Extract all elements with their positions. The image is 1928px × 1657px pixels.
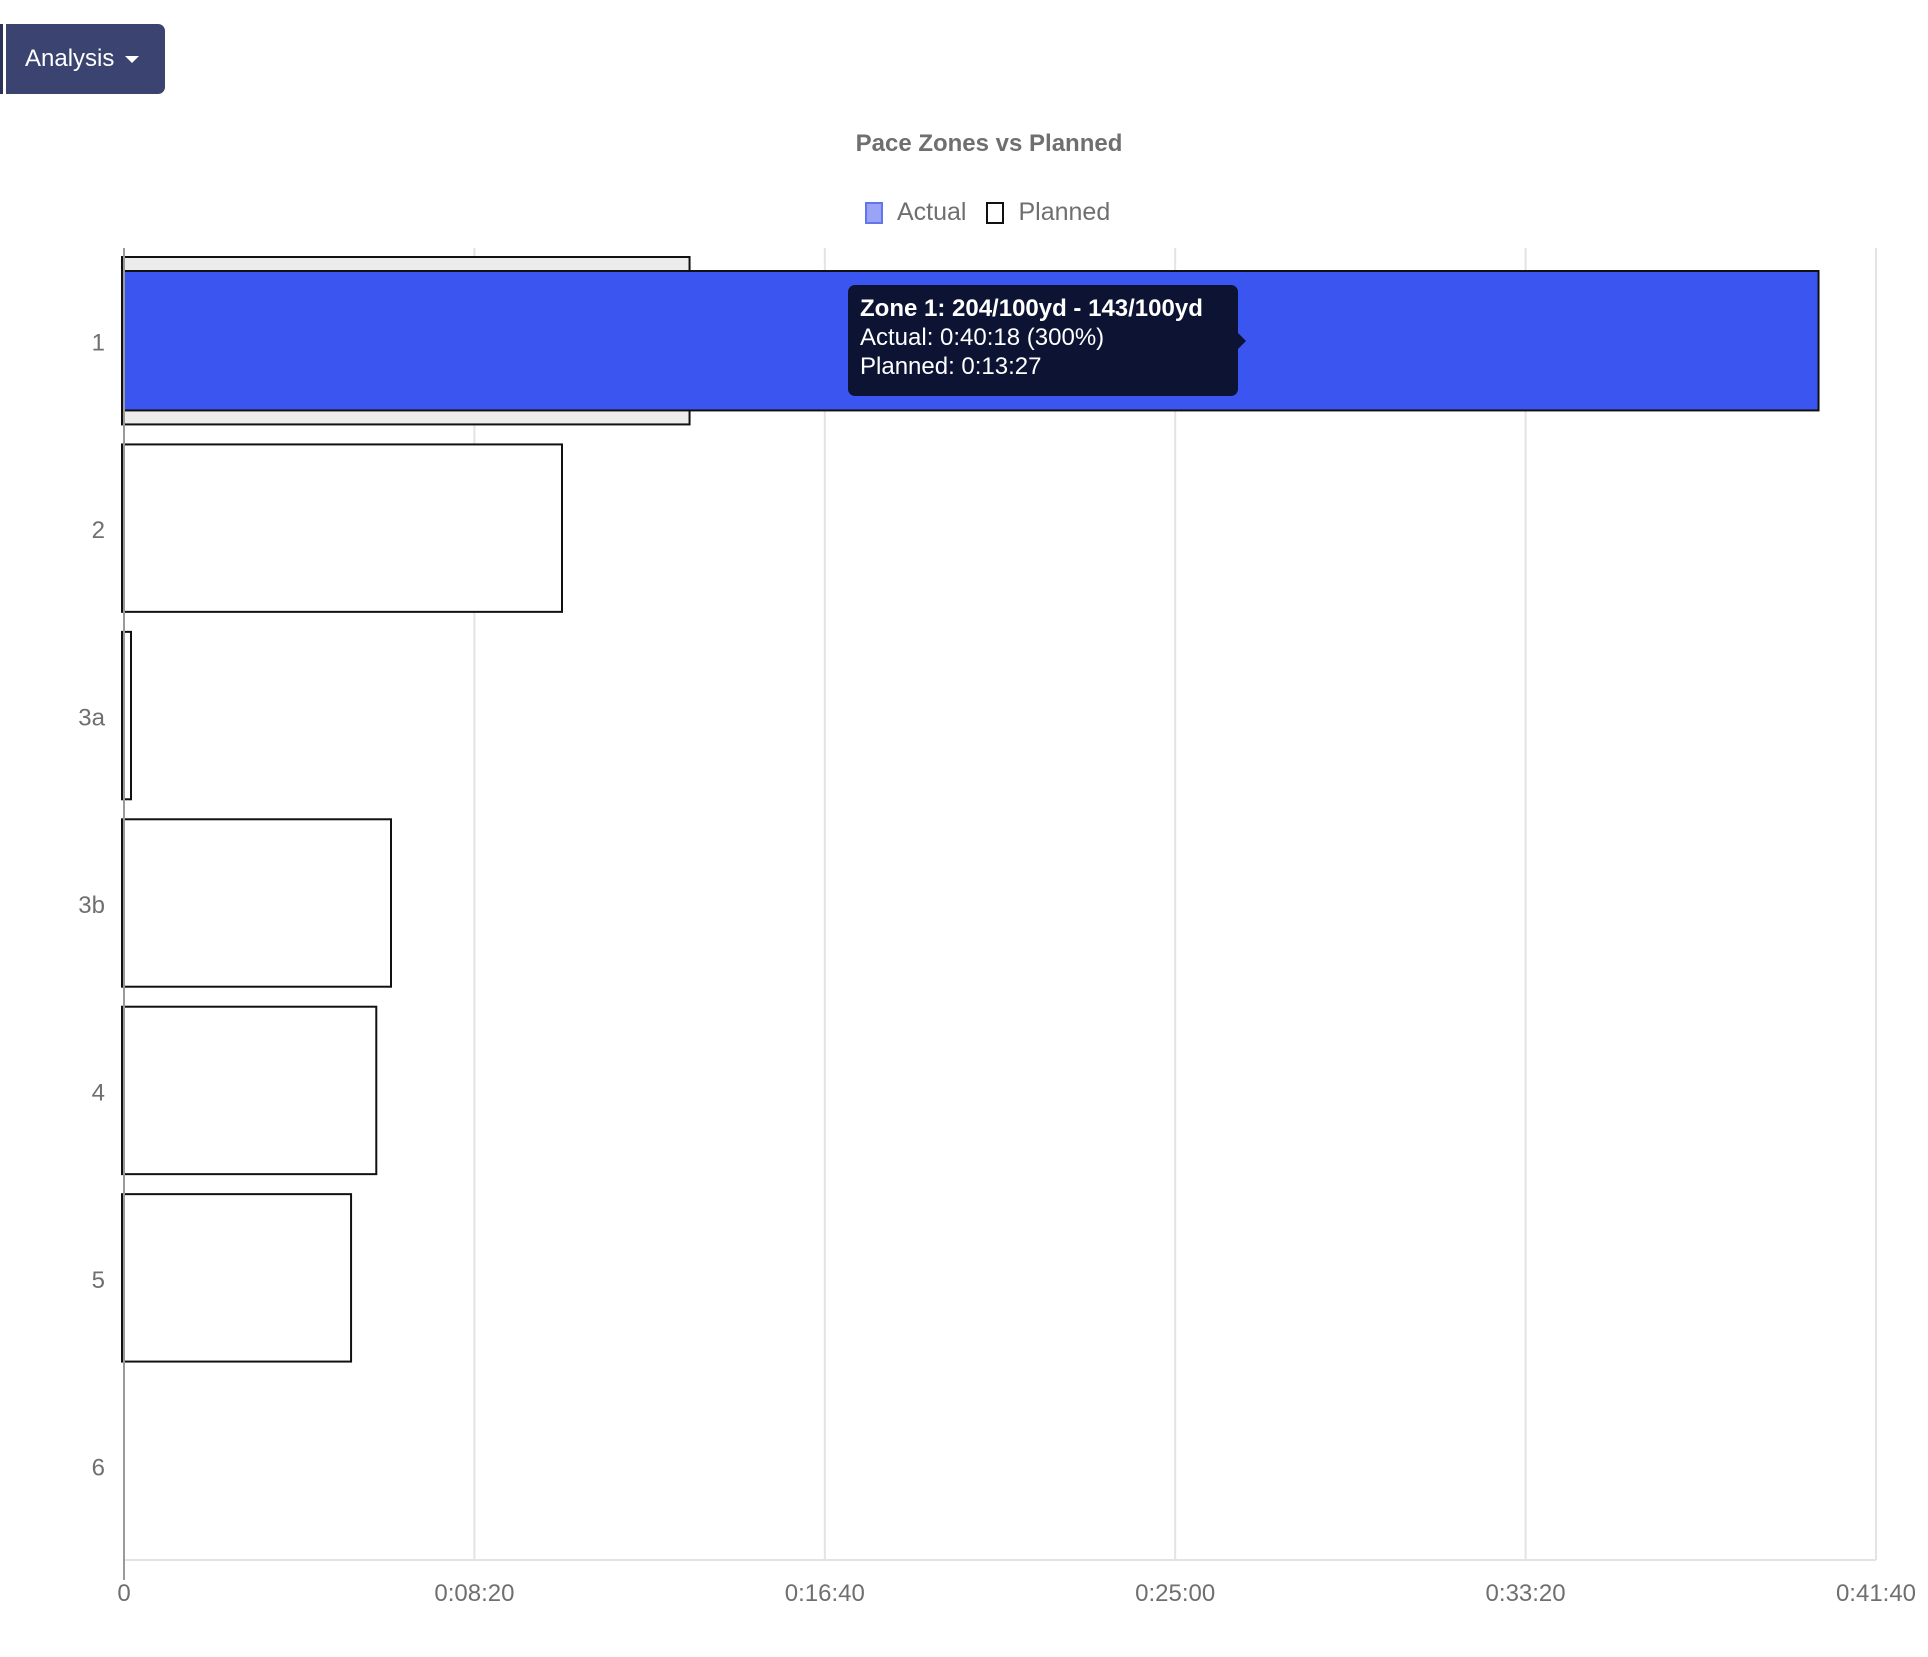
x-tick-label: 0:25:00 bbox=[1135, 1580, 1215, 1607]
chart-tooltip: Zone 1: 204/100yd - 143/100yd Actual: 0:… bbox=[848, 285, 1246, 396]
y-category-label: 3b bbox=[78, 892, 105, 919]
y-category-label: 4 bbox=[92, 1079, 105, 1106]
planned-bar bbox=[121, 1193, 353, 1363]
x-tick-label: 0:41:40 bbox=[1836, 1580, 1916, 1607]
planned-bar bbox=[121, 818, 393, 988]
tooltip-actual: Actual: 0:40:18 (300%) bbox=[860, 324, 1105, 351]
x-tick-label: 0:08:20 bbox=[434, 1580, 514, 1607]
planned-bar bbox=[121, 1005, 378, 1176]
y-category-label: 5 bbox=[92, 1267, 105, 1294]
y-category-label: 3a bbox=[78, 705, 105, 732]
tooltip-arrow bbox=[1238, 333, 1246, 349]
chart-plot-area: 0 0:08:20 0:16:40 0:25:00 0:33:20 0:41:40 1 2 3a… bbox=[78, 248, 1916, 1607]
y-category-label: 2 bbox=[92, 517, 105, 544]
tooltip-planned: Planned: 0:13:27 bbox=[860, 353, 1042, 380]
x-tick-label: 0:16:40 bbox=[785, 1580, 865, 1607]
x-tick-label: 0 bbox=[117, 1580, 130, 1607]
tooltip-title: Zone 1: 204/100yd - 143/100yd bbox=[860, 295, 1203, 322]
planned-bar bbox=[121, 443, 563, 613]
y-category-label: 6 bbox=[92, 1454, 105, 1481]
x-tick-label: 0:33:20 bbox=[1486, 1580, 1566, 1607]
y-category-label: 1 bbox=[92, 330, 105, 357]
